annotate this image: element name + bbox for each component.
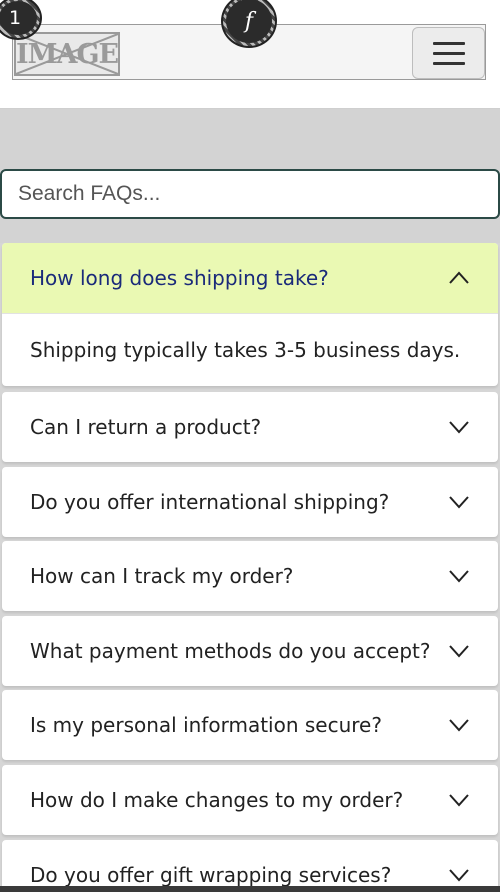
faq-question-toggle[interactable]: What payment methods do you accept? bbox=[2, 616, 498, 686]
chevron-down-icon bbox=[449, 496, 469, 509]
faq-item: What payment methods do you accept? bbox=[2, 616, 498, 686]
faq-question-text: Do you offer gift wrapping services? bbox=[30, 863, 392, 887]
faq-question-toggle[interactable]: Is my personal information secure? bbox=[2, 690, 498, 760]
number-badge-label: 1 bbox=[0, 1, 37, 35]
facebook-icon: f bbox=[226, 0, 272, 43]
faq-item: Can I return a product? bbox=[2, 392, 498, 462]
faq-item: Is my personal information secure? bbox=[2, 690, 498, 760]
hamburger-menu-icon bbox=[433, 62, 465, 65]
chevron-up-icon bbox=[449, 271, 469, 284]
hamburger-menu-icon bbox=[433, 42, 465, 45]
faq-item: How do I make changes to my order? bbox=[2, 765, 498, 835]
chevron-down-icon bbox=[449, 570, 469, 583]
chevron-down-icon bbox=[449, 719, 469, 732]
faq-question-text: How do I make changes to my order? bbox=[30, 788, 404, 812]
faq-item: Do you offer international shipping? bbox=[2, 467, 498, 537]
faq-question-toggle[interactable]: Can I return a product? bbox=[2, 392, 498, 462]
chevron-down-icon bbox=[449, 869, 469, 882]
faq-item: How can I track my order? bbox=[2, 541, 498, 611]
faq-answer: Shipping typically takes 3-5 business da… bbox=[2, 313, 498, 385]
faq-question-toggle[interactable]: Do you offer international shipping? bbox=[2, 467, 498, 537]
faq-question-toggle[interactable]: How can I track my order? bbox=[2, 541, 498, 611]
logo-placeholder[interactable]: IMAGE bbox=[14, 32, 120, 76]
chevron-down-icon bbox=[449, 421, 469, 434]
faq-question-toggle[interactable]: How long does shipping take? bbox=[2, 243, 498, 313]
faq-item: Do you offer gift wrapping services? bbox=[2, 840, 498, 892]
faq-question-toggle[interactable]: Do you offer gift wrapping services? bbox=[2, 840, 498, 892]
faq-question-text: Can I return a product? bbox=[30, 415, 262, 439]
search-input[interactable] bbox=[0, 169, 500, 219]
chevron-down-icon bbox=[449, 794, 469, 807]
chevron-down-icon bbox=[449, 645, 469, 658]
faq-question-text: Is my personal information secure? bbox=[30, 713, 382, 737]
faq-question-toggle[interactable]: How do I make changes to my order? bbox=[2, 765, 498, 835]
faq-answer-text: Shipping typically takes 3-5 business da… bbox=[30, 338, 461, 362]
logo-text: IMAGE bbox=[16, 39, 119, 70]
faq-item: How long does shipping take? Shipping ty… bbox=[2, 243, 498, 386]
faq-page: IMAGE 1 f How long does shipping take? bbox=[0, 0, 500, 892]
hamburger-menu-icon bbox=[433, 52, 465, 55]
menu-button[interactable] bbox=[412, 27, 485, 79]
faq-question-text: How long does shipping take? bbox=[30, 266, 329, 290]
faq-question-text: How can I track my order? bbox=[30, 564, 294, 588]
faq-question-text: Do you offer international shipping? bbox=[30, 490, 390, 514]
faq-question-text: What payment methods do you accept? bbox=[30, 639, 431, 663]
bottom-edge bbox=[0, 886, 500, 892]
faq-list: How long does shipping take? Shipping ty… bbox=[0, 243, 500, 892]
